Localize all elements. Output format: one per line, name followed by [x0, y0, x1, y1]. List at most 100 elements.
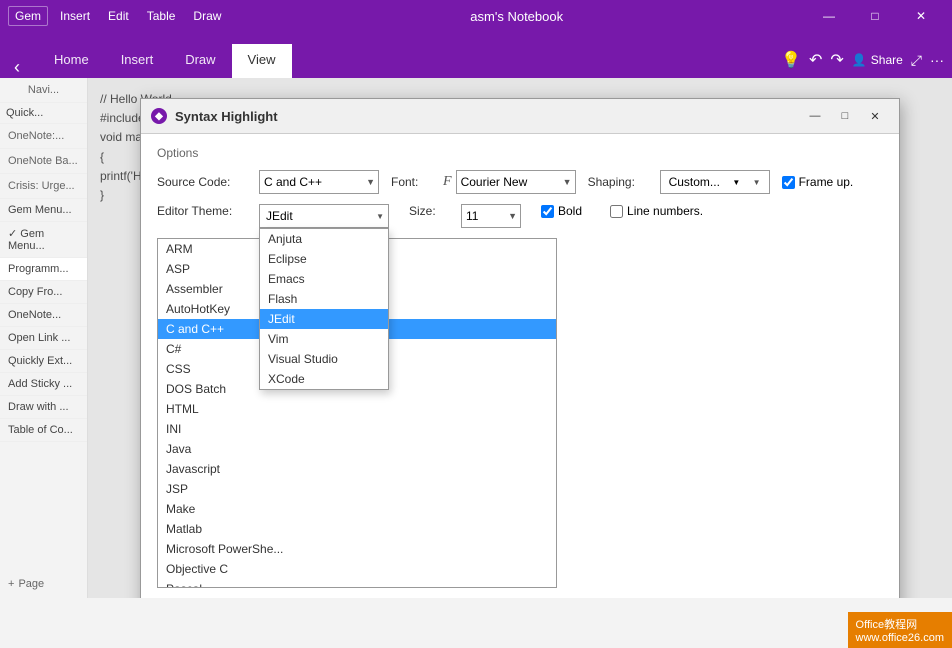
edit-menu[interactable]: Edit — [102, 7, 135, 25]
redo-icon[interactable]: ↷ — [830, 50, 843, 70]
lang-item-objective-c[interactable]: Objective C — [158, 559, 556, 579]
share-button[interactable]: 👤 Share — [852, 53, 903, 67]
insert-menu[interactable]: Insert — [54, 7, 96, 25]
ribbon-tabs: HomeInsertDrawView — [38, 32, 292, 78]
sidebar-menu-item-4[interactable]: OneNote... — [0, 304, 87, 327]
source-code-label: Source Code: — [157, 175, 247, 189]
sidebar-menu-item-0[interactable]: Gem Menu... — [0, 199, 87, 222]
minimize-button[interactable]: — — [806, 0, 852, 32]
frame-up-checkbox[interactable] — [782, 176, 795, 189]
size-label: Size: — [409, 204, 449, 218]
dialog-close-button[interactable]: ✕ — [861, 105, 889, 127]
theme-item-eclipse[interactable]: Eclipse — [260, 249, 388, 269]
editor-theme-label: Editor Theme: — [157, 204, 247, 218]
theme-item-visual studio[interactable]: Visual Studio — [260, 349, 388, 369]
sidebar-section-0[interactable]: OneNote:... — [0, 124, 87, 149]
size-select-wrapper: 11 ▼ — [461, 204, 521, 228]
editor-theme-trigger[interactable]: JEdit — [259, 204, 389, 228]
expand-icon[interactable]: ⤢ — [911, 52, 922, 69]
lang-item-make[interactable]: Make — [158, 499, 556, 519]
dialog-icon: ◆ — [151, 108, 167, 124]
shaping-arrow-icon: ▼ — [732, 178, 740, 187]
bold-label-text: Bold — [558, 204, 582, 218]
undo-icon[interactable]: ↶ — [809, 50, 822, 70]
frame-up-checkbox-label[interactable]: Frame up. — [782, 175, 854, 189]
sidebar-quick: Quick... — [0, 103, 87, 124]
sidebar-menu-item-6[interactable]: Quickly Ext... — [0, 350, 87, 373]
sidebar-menu-item-2[interactable]: Programm... — [0, 258, 87, 281]
lang-item-microsoft-powershe...[interactable]: Microsoft PowerShe... — [158, 539, 556, 559]
lang-item-matlab[interactable]: Matlab — [158, 519, 556, 539]
add-page-button[interactable]: +Page — [0, 570, 87, 598]
sidebar-menu-item-9[interactable]: Table of Co... — [0, 419, 87, 442]
lang-item-ini[interactable]: INI — [158, 419, 556, 439]
dialog-title: ◆ Syntax Highlight — [151, 108, 278, 124]
lang-item-html[interactable]: HTML — [158, 399, 556, 419]
font-group: F Courier New ▼ — [443, 170, 576, 194]
light-bulb-icon[interactable]: 💡 — [781, 50, 801, 70]
font-label: Font: — [391, 175, 431, 189]
sidebar-menu: Gem Menu...✓ Gem Menu...Programm...Copy … — [0, 199, 87, 442]
options-row-1: Source Code: C and C++ ▼ Font: F — [157, 170, 883, 194]
font-icon: F — [443, 174, 452, 190]
source-code-select[interactable]: C and C++ — [259, 170, 379, 194]
tab-home[interactable]: Home — [38, 44, 105, 78]
theme-item-anjuta[interactable]: Anjuta — [260, 229, 388, 249]
bold-checkbox-label[interactable]: Bold — [541, 204, 582, 218]
dialog-maximize-button[interactable]: □ — [831, 105, 859, 127]
theme-item-jedit[interactable]: JEdit — [260, 309, 388, 329]
back-button[interactable]: ‹ — [8, 57, 26, 78]
person-icon: 👤 — [852, 53, 867, 67]
maximize-button[interactable]: □ — [852, 0, 898, 32]
line-numbers-checkbox-label[interactable]: Line numbers. — [610, 204, 703, 218]
table-menu[interactable]: Table — [141, 7, 182, 25]
content-area: // Hello World#include <stdio.h>void mai… — [88, 78, 952, 598]
theme-item-emacs[interactable]: Emacs — [260, 269, 388, 289]
shaping-label: Shaping: — [588, 175, 648, 189]
sidebar-menu-item-3[interactable]: Copy Fro... — [0, 281, 87, 304]
theme-item-xcode[interactable]: XCode — [260, 369, 388, 389]
lang-item-pascal[interactable]: Pascal — [158, 579, 556, 588]
draw-menu[interactable]: Draw — [187, 7, 227, 25]
line-numbers-label-text: Line numbers. — [627, 204, 703, 218]
ribbon-right-actions: 💡 ↶ ↷ 👤 Share ⤢ ··· — [781, 50, 944, 78]
lang-item-jsp[interactable]: JSP — [158, 479, 556, 499]
tab-draw[interactable]: Draw — [169, 44, 231, 78]
dialog-overlay: ◆ Syntax Highlight — □ ✕ Options Source … — [88, 78, 952, 598]
frame-up-label-text: Frame up. — [799, 175, 854, 189]
ribbon-bar: ‹ HomeInsertDrawView 💡 ↶ ↷ 👤 Share ⤢ ··· — [0, 32, 952, 78]
dialog-minimize-button[interactable]: — — [801, 105, 829, 127]
window-controls: — □ ✕ — [806, 0, 944, 32]
shaping-button[interactable]: Custom... ▼ — [660, 170, 770, 194]
sidebar-navi[interactable]: Navi... — [0, 78, 87, 103]
watermark-line1: Office教程网 — [856, 616, 944, 632]
sidebar-menu-item-1[interactable]: ✓ Gem Menu... — [0, 222, 87, 258]
shaping-value: Custom... — [669, 175, 720, 189]
sidebar-section-1[interactable]: OneNote Ba... — [0, 149, 87, 174]
font-select[interactable]: Courier New — [456, 170, 576, 194]
sidebar-section-2[interactable]: Crisis: Urge... — [0, 174, 87, 199]
title-bar: Gem Insert Edit Table Draw asm's Noteboo… — [0, 0, 952, 32]
dialog-controls: — □ ✕ — [801, 105, 889, 127]
bold-checkbox[interactable] — [541, 205, 554, 218]
close-button[interactable]: ✕ — [898, 0, 944, 32]
lang-item-java[interactable]: Java — [158, 439, 556, 459]
more-icon[interactable]: ··· — [930, 52, 944, 68]
main-layout: Navi...Quick...OneNote:...OneNote Ba...C… — [0, 78, 952, 598]
line-numbers-checkbox[interactable] — [610, 205, 623, 218]
tab-insert[interactable]: Insert — [105, 44, 170, 78]
gem-label[interactable]: Gem — [8, 6, 48, 26]
theme-item-vim[interactable]: Vim — [260, 329, 388, 349]
lang-item-javascript[interactable]: Javascript — [158, 459, 556, 479]
tab-view[interactable]: View — [232, 44, 292, 78]
sidebar-menu-item-8[interactable]: Draw with ... — [0, 396, 87, 419]
nav-buttons: ‹ — [8, 57, 26, 78]
left-sidebar: Navi...Quick...OneNote:...OneNote Ba...C… — [0, 78, 88, 598]
syntax-highlight-dialog: ◆ Syntax Highlight — □ ✕ Options Source … — [140, 98, 900, 598]
sidebar-menu-item-5[interactable]: Open Link ... — [0, 327, 87, 350]
theme-item-flash[interactable]: Flash — [260, 289, 388, 309]
font-select-wrapper: Courier New ▼ — [456, 170, 576, 194]
size-select[interactable]: 11 — [461, 204, 521, 228]
dialog-body: Options Source Code: C and C++ ▼ Font: — [141, 134, 899, 598]
sidebar-menu-item-7[interactable]: Add Sticky ... — [0, 373, 87, 396]
